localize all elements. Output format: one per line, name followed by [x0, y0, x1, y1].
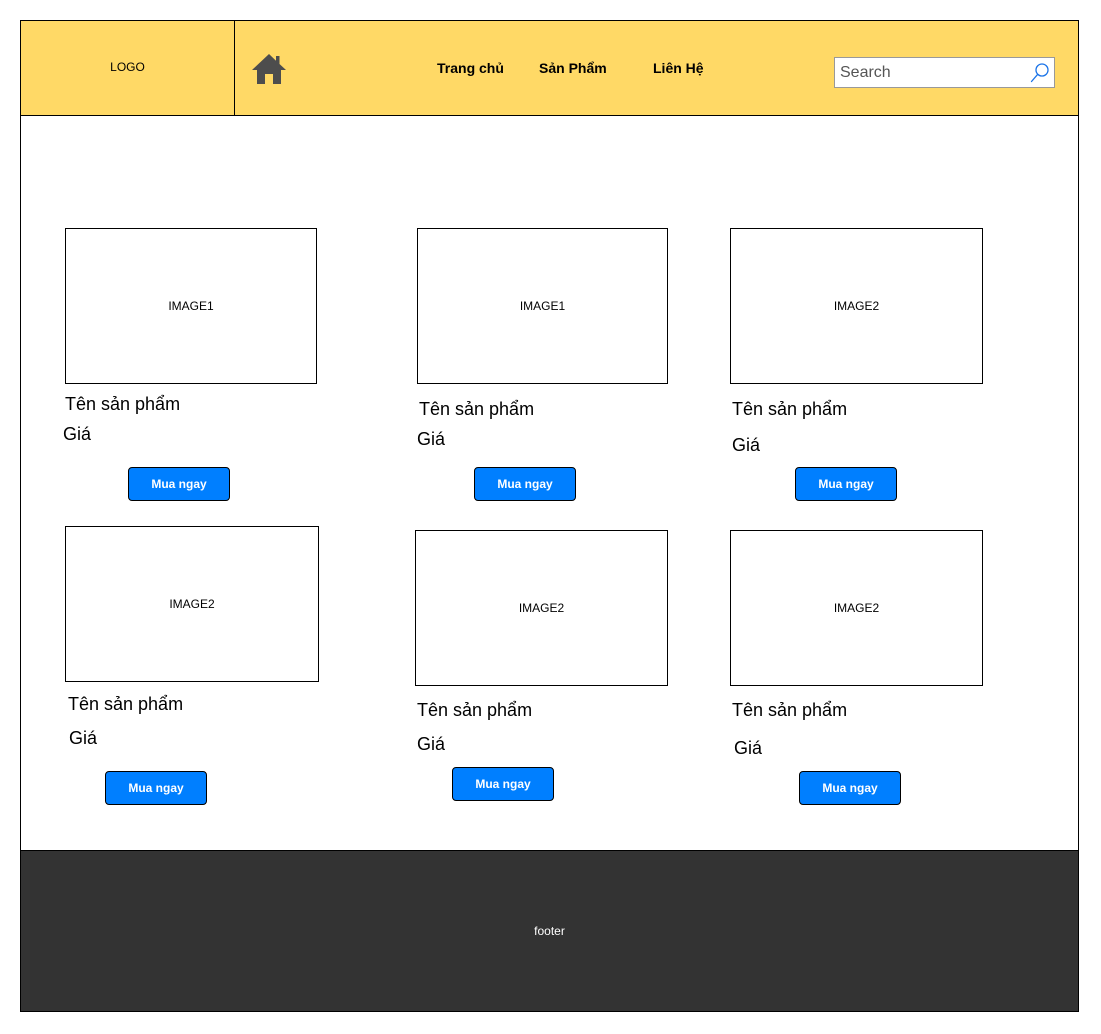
- product-name: Tên sản phẩm: [65, 394, 181, 414]
- product-image[interactable]: IMAGE1: [65, 228, 317, 384]
- product-name: Tên sản phẩm: [732, 700, 848, 720]
- nav-trang-chu[interactable]: Trang chủ: [437, 60, 504, 76]
- logo-text: LOGO: [110, 60, 145, 74]
- product-image[interactable]: IMAGE2: [65, 526, 319, 682]
- logo[interactable]: LOGO: [21, 21, 235, 115]
- product-price: Giá: [417, 429, 446, 449]
- search-icon[interactable]: [1030, 62, 1050, 84]
- buy-now-button[interactable]: Mua ngay: [452, 767, 554, 801]
- buy-now-button[interactable]: Mua ngay: [474, 467, 576, 501]
- product-image[interactable]: IMAGE2: [730, 228, 983, 384]
- product-image[interactable]: IMAGE2: [415, 530, 668, 686]
- buy-now-button[interactable]: Mua ngay: [795, 467, 897, 501]
- product-price: Giá: [63, 424, 92, 444]
- product-image[interactable]: IMAGE2: [730, 530, 983, 686]
- buy-now-button[interactable]: Mua ngay: [799, 771, 901, 805]
- product-image[interactable]: IMAGE1: [417, 228, 668, 384]
- buy-now-button[interactable]: Mua ngay: [105, 771, 207, 805]
- search-input[interactable]: [835, 58, 1030, 87]
- header: LOGO Trang chủ Sản Phẩm Liên Hệ: [20, 20, 1079, 116]
- nav-san-pham[interactable]: Sản Phẩm: [539, 60, 607, 76]
- buy-now-button[interactable]: Mua ngay: [128, 467, 230, 501]
- product-price: Giá: [69, 728, 98, 748]
- product-name: Tên sản phẩm: [417, 700, 533, 720]
- product-price: Giá: [734, 738, 763, 758]
- product-name: Tên sản phẩm: [419, 399, 535, 419]
- footer-text: footer: [534, 924, 565, 938]
- image-label: IMAGE2: [169, 597, 215, 611]
- product-price: Giá: [417, 734, 446, 754]
- product-price: Giá: [732, 435, 761, 455]
- product-name: Tên sản phẩm: [732, 399, 848, 419]
- image-label: IMAGE2: [833, 601, 880, 615]
- footer: footer: [20, 850, 1079, 1012]
- image-label: IMAGE2: [518, 601, 565, 615]
- image-label: IMAGE1: [168, 299, 214, 313]
- product-name: Tên sản phẩm: [68, 694, 184, 714]
- image-label: IMAGE2: [833, 299, 880, 313]
- image-label: IMAGE1: [519, 299, 566, 313]
- nav-lien-he[interactable]: Liên Hệ: [653, 60, 704, 76]
- home-icon[interactable]: [251, 53, 287, 85]
- search-box: [834, 57, 1055, 88]
